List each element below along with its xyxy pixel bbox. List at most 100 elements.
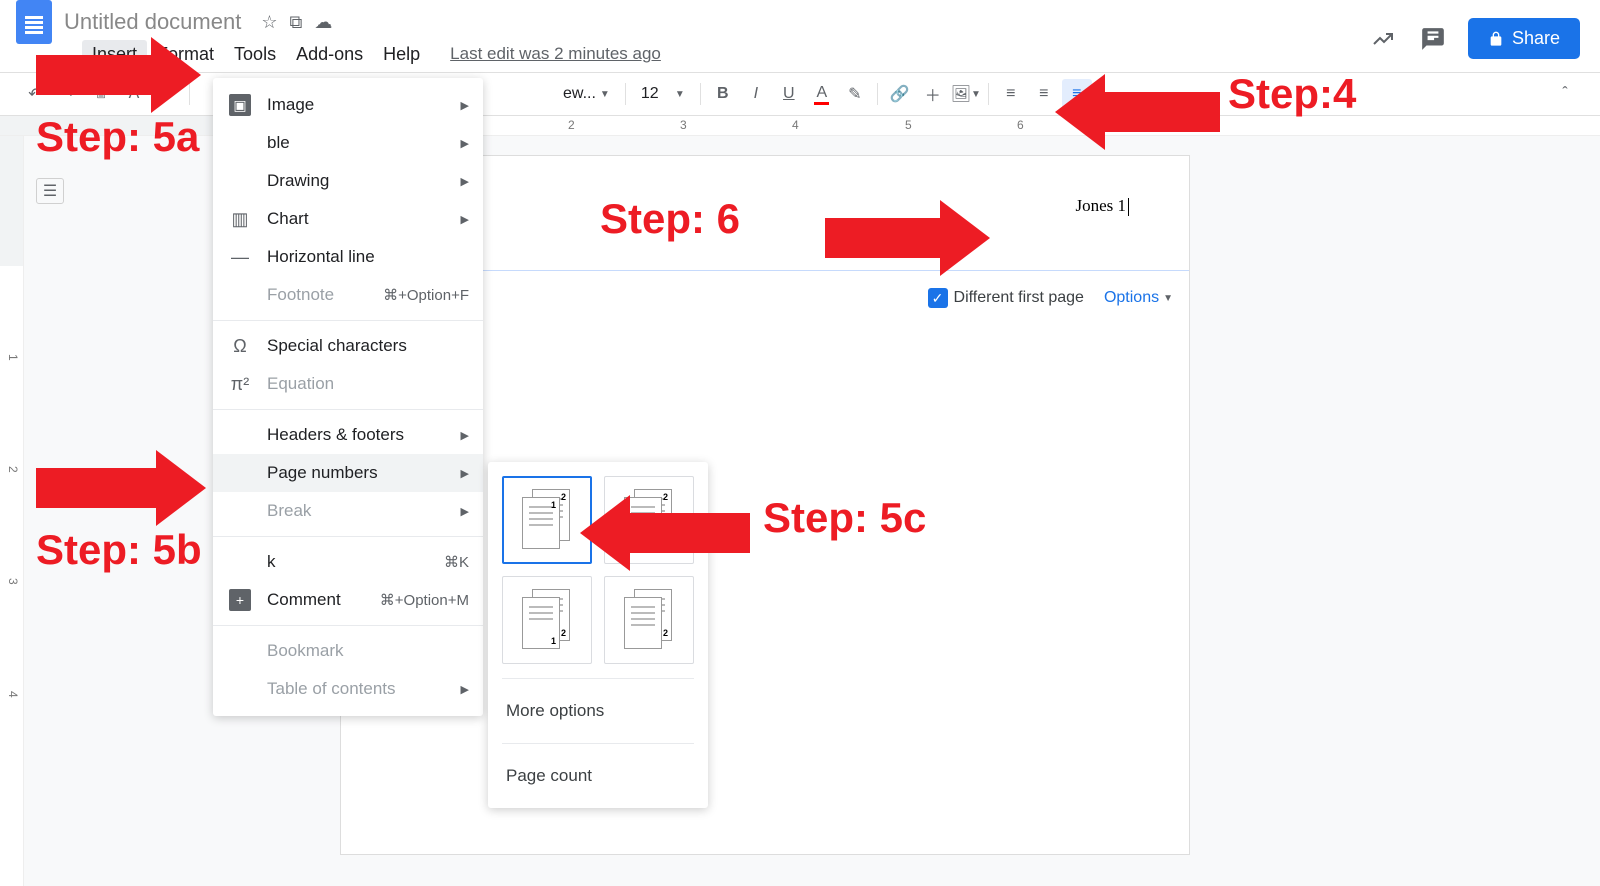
chart-icon: ▥ (229, 208, 251, 230)
header-options-bar: ✓ Different first page Options▼ (928, 288, 1173, 308)
insert-page-numbers[interactable]: Page numbers▶ (213, 454, 483, 492)
page-num-more-options[interactable]: More options (502, 693, 694, 729)
insert-drawing[interactable]: Drawing▶ (213, 162, 483, 200)
chevron-right-icon: ▶ (461, 175, 469, 188)
chevron-right-icon: ▶ (461, 429, 469, 442)
ruler-tick: 3 (680, 118, 687, 132)
chevron-right-icon: ▶ (461, 505, 469, 518)
image-icon: ▣ (229, 94, 251, 116)
insert-chart[interactable]: ▥Chart▶ (213, 200, 483, 238)
shortcut-label: ⌘+Option+F (383, 286, 469, 304)
separator (700, 83, 701, 105)
page-num-bottom-skip[interactable]: 2 (604, 576, 694, 664)
add-comment-button[interactable]: ＋ (918, 79, 948, 109)
text-color-button[interactable]: A (807, 79, 837, 109)
title-bar: Untitled document ☆ ⧉ ☁ (0, 0, 1600, 40)
vruler-margin (0, 136, 23, 266)
insert-horizontal-line[interactable]: —Horizontal line (213, 238, 483, 276)
annotation-arrow-5b (36, 450, 206, 526)
drawing-icon (229, 170, 251, 192)
shortcut-label: ⌘K (444, 553, 469, 571)
blank-icon (229, 500, 251, 522)
star-icon[interactable]: ☆ (261, 12, 277, 33)
annotation-arrow-6 (825, 200, 990, 276)
omega-icon: Ω (229, 335, 251, 357)
comment-icon: + (229, 589, 251, 611)
blank-icon (229, 462, 251, 484)
insert-break: Break▶ (213, 492, 483, 530)
step-5b-label: Step: 5b (36, 526, 202, 574)
insert-image[interactable]: ▣Image▶ (213, 86, 483, 124)
vruler-tick: 3 (6, 578, 20, 585)
step-5a-label: Step: 5a (36, 113, 199, 161)
chevron-right-icon: ▶ (461, 137, 469, 150)
link-button[interactable]: 🔗 (885, 79, 915, 109)
menu-separator (213, 409, 483, 410)
share-button[interactable]: Share (1468, 18, 1580, 59)
ruler-tick: 4 (792, 118, 799, 132)
insert-toc: Table of contents▶ (213, 670, 483, 708)
highlight-button[interactable]: ✎ (840, 79, 870, 109)
insert-comment[interactable]: +Comment⌘+Option+M (213, 581, 483, 619)
collapse-toolbar-button[interactable]: ˆ (1550, 79, 1580, 109)
separator (988, 83, 989, 105)
insert-equation: π²Equation (213, 365, 483, 403)
outline-button[interactable]: ☰ (36, 178, 64, 204)
text-cursor (1128, 198, 1129, 216)
insert-headers-footers[interactable]: Headers & footers▶ (213, 416, 483, 454)
table-icon (229, 132, 251, 154)
blank-icon (229, 640, 251, 662)
trend-icon[interactable] (1368, 24, 1398, 54)
page-num-bottom-all[interactable]: 2 1 (502, 576, 592, 664)
insert-link[interactable]: k⌘K (213, 543, 483, 581)
chevron-right-icon: ▶ (461, 99, 469, 112)
vruler-tick: 2 (6, 466, 20, 473)
step-4-label: Step:4 (1228, 70, 1356, 118)
menu-separator (213, 625, 483, 626)
submenu-separator (502, 678, 694, 679)
pi-icon: π² (229, 373, 251, 395)
menu-help[interactable]: Help (373, 40, 430, 69)
italic-button[interactable]: I (741, 79, 771, 109)
footnote-icon (229, 284, 251, 306)
different-first-page-checkbox[interactable]: ✓ Different first page (928, 288, 1084, 308)
chevron-right-icon: ▶ (461, 467, 469, 480)
submenu-separator (502, 743, 694, 744)
insert-menu-dropdown: ▣Image▶ ble▶ Drawing▶ ▥Chart▶ —Horizonta… (213, 78, 483, 716)
insert-special-chars[interactable]: ΩSpecial characters (213, 327, 483, 365)
bold-button[interactable]: B (708, 79, 738, 109)
chevron-right-icon: ▶ (461, 683, 469, 696)
blank-icon (229, 678, 251, 700)
menu-separator (213, 320, 483, 321)
vruler-tick: 4 (6, 691, 20, 698)
page-num-top-all[interactable]: 2 1 (502, 476, 592, 564)
align-left-button[interactable]: ≡ (996, 79, 1026, 109)
hline-icon: — (229, 246, 251, 268)
vruler-tick: 1 (6, 354, 20, 361)
cloud-icon[interactable]: ☁ (314, 12, 332, 33)
title-actions: ☆ ⧉ ☁ (261, 12, 332, 33)
diff-first-label: Different first page (954, 289, 1084, 307)
image-button[interactable]: 🖼▼ (951, 79, 981, 109)
insert-footnote: Footnote⌘+Option+F (213, 276, 483, 314)
checkbox-checked-icon: ✓ (928, 288, 948, 308)
font-size-select[interactable]: 12▼ (633, 85, 693, 103)
move-icon[interactable]: ⧉ (289, 12, 302, 33)
page-count-option[interactable]: Page count (502, 758, 694, 794)
separator (625, 83, 626, 105)
underline-button[interactable]: U (774, 79, 804, 109)
step-5c-label: Step: 5c (763, 494, 926, 542)
ruler-tick: 2 (568, 118, 575, 132)
chevron-right-icon: ▶ (461, 213, 469, 226)
menu-addons[interactable]: Add-ons (286, 40, 373, 69)
font-select[interactable]: ew...▼ (555, 85, 618, 103)
document-title[interactable]: Untitled document (64, 9, 241, 35)
last-edit-link[interactable]: Last edit was 2 minutes ago (450, 44, 661, 64)
header-options-dropdown[interactable]: Options▼ (1104, 289, 1173, 307)
step-6-label: Step: 6 (600, 195, 740, 243)
menu-tools[interactable]: Tools (224, 40, 286, 69)
comments-icon[interactable] (1418, 24, 1448, 54)
vertical-ruler[interactable]: 1 2 3 4 (0, 136, 24, 886)
insert-table[interactable]: ble▶ (213, 124, 483, 162)
annotation-arrow-5a (36, 37, 201, 113)
